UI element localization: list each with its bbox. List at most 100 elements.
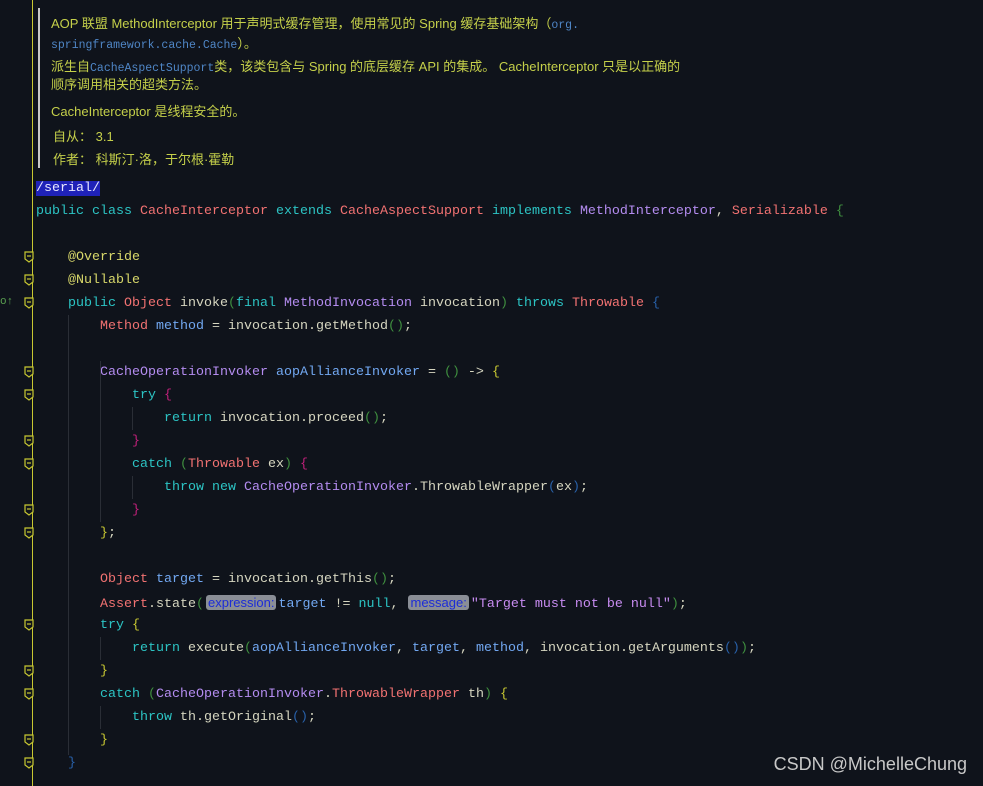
code-line[interactable]: public class CacheInterceptor extends Ca… <box>36 200 844 223</box>
code-token: CacheOperationInvoker <box>156 687 324 702</box>
doc-paragraph-3: CacheInterceptor 是线程安全的。 <box>51 104 246 119</box>
code-token: ; <box>678 597 687 612</box>
code-token: public <box>68 296 124 311</box>
code-token: ) <box>571 480 580 495</box>
override-gutter-icon[interactable]: o↑ <box>0 296 13 308</box>
fold-toggle-icon[interactable] <box>24 527 34 539</box>
code-token: } <box>100 733 108 748</box>
code-token: () <box>371 572 388 587</box>
code-token: method <box>156 319 212 334</box>
fold-toggle-icon[interactable] <box>24 366 34 378</box>
code-token: { <box>499 687 508 702</box>
code-token: invocation.proceed <box>220 411 364 426</box>
code-line[interactable]: public Object invoke(final MethodInvocat… <box>68 292 660 315</box>
code-token: try <box>100 618 132 633</box>
doc-text: ）。 <box>237 36 257 51</box>
code-token: ; <box>387 572 396 587</box>
code-token: ex <box>267 457 284 472</box>
doc-code-link[interactable]: springframework.cache.Cache <box>51 39 237 52</box>
code-token: CacheInterceptor <box>140 204 276 219</box>
code-line[interactable]: } <box>100 660 108 683</box>
indent-guide <box>68 315 69 755</box>
code-line[interactable]: @Override <box>68 246 140 269</box>
code-token: ; <box>579 480 588 495</box>
code-line[interactable]: try { <box>100 614 140 637</box>
code-token: ThrowableWrapper <box>331 687 468 702</box>
code-token: Object <box>124 296 180 311</box>
code-token: Serializable <box>731 204 836 219</box>
code-line[interactable]: } <box>132 430 140 453</box>
code-token: .ThrowableWrapper <box>411 480 548 495</box>
code-token: aopAllianceInvoker <box>275 365 428 380</box>
code-token: } <box>100 526 108 541</box>
code-line[interactable]: throw new CacheOperationInvoker.Throwabl… <box>164 476 588 499</box>
code-token: Throwable <box>188 457 268 472</box>
code-line[interactable]: } <box>132 499 140 522</box>
code-token: try <box>132 388 164 403</box>
code-token: /serial/ <box>36 181 100 196</box>
code-line[interactable]: /serial/ <box>36 177 100 200</box>
code-token: class <box>92 204 140 219</box>
code-token: @Override <box>68 250 140 265</box>
code-token: { <box>132 618 140 633</box>
fold-toggle-icon[interactable] <box>24 734 34 746</box>
code-token: @Nullable <box>68 273 140 288</box>
code-token: ; <box>307 710 316 725</box>
fold-toggle-icon[interactable] <box>24 297 34 309</box>
fold-toggle-icon[interactable] <box>24 665 34 677</box>
code-token: throw <box>132 710 180 725</box>
indent-guide <box>100 706 101 729</box>
code-line[interactable]: try { <box>132 384 172 407</box>
code-token: return <box>132 641 188 656</box>
code-line[interactable]: @Nullable <box>68 269 140 292</box>
fold-toggle-icon[interactable] <box>24 504 34 516</box>
code-token: } <box>132 434 140 449</box>
code-line[interactable]: }; <box>100 522 116 545</box>
fold-toggle-icon[interactable] <box>24 619 34 631</box>
fold-toggle-icon[interactable] <box>24 757 34 769</box>
code-line[interactable]: Assert.state(expression: target != null, … <box>100 591 687 614</box>
code-token: { <box>164 388 172 403</box>
code-token: invoke <box>180 296 228 311</box>
code-line[interactable]: CacheOperationInvoker aopAllianceInvoker… <box>100 361 500 384</box>
code-token: != <box>334 597 359 612</box>
code-line[interactable]: Method method = invocation.getMethod(); <box>100 315 412 338</box>
fold-toggle-icon[interactable] <box>24 274 34 286</box>
doc-code-link[interactable]: org. <box>551 19 579 32</box>
code-token: target <box>278 597 335 612</box>
code-token: . <box>323 687 332 702</box>
code-line[interactable]: return execute(aopAllianceInvoker, targe… <box>132 637 756 660</box>
indent-guide <box>132 407 133 430</box>
doc-text: AOP 联盟 MethodInterceptor 用于声明式缓存管理，使用常见的… <box>51 16 552 31</box>
code-token: , <box>715 204 732 219</box>
fold-toggle-icon[interactable] <box>24 251 34 263</box>
code-token: () <box>723 641 740 656</box>
code-token: , invocation.getArguments <box>523 641 724 656</box>
doc-paragraph-1: AOP 联盟 MethodInterceptor 用于声明式缓存管理，使用常见的… <box>51 13 579 32</box>
code-token: () <box>291 710 308 725</box>
code-token: catch <box>100 687 148 702</box>
code-token: aopAllianceInvoker <box>252 641 396 656</box>
code-token: = invocation.getMethod <box>212 319 388 334</box>
code-token: Assert <box>100 597 148 612</box>
watermark: CSDN @MichelleChung <box>773 754 967 774</box>
code-token: ; <box>379 411 388 426</box>
fold-toggle-icon[interactable] <box>24 458 34 470</box>
doc-since: 自从： 3.1 <box>53 126 114 145</box>
fold-toggle-icon[interactable] <box>24 435 34 447</box>
code-token: method <box>475 641 524 656</box>
fold-toggle-icon[interactable] <box>24 389 34 401</box>
code-token: () <box>387 319 404 334</box>
code-token: ) <box>739 641 748 656</box>
code-token: ; <box>747 641 756 656</box>
code-line[interactable]: catch (CacheOperationInvoker.ThrowableWr… <box>100 683 508 706</box>
fold-toggle-icon[interactable] <box>24 688 34 700</box>
indent-guide <box>100 361 101 522</box>
code-line[interactable]: Object target = invocation.getThis(); <box>100 568 396 591</box>
code-line[interactable]: throw th.getOriginal(); <box>132 706 316 729</box>
code-line[interactable]: } <box>68 752 76 775</box>
code-line[interactable]: catch (Throwable ex) { <box>132 453 308 476</box>
code-line[interactable]: } <box>100 729 108 752</box>
code-token: ex <box>555 480 572 495</box>
code-line[interactable]: return invocation.proceed(); <box>164 407 388 430</box>
